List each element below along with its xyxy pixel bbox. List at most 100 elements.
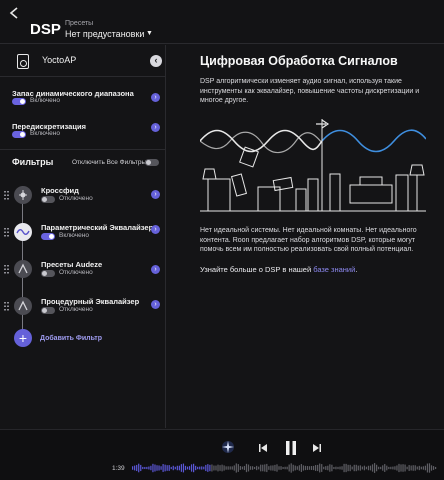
waveform-bar bbox=[235, 463, 237, 473]
waveform-bar bbox=[284, 466, 286, 470]
dsp-sidebar: YoctoAP ‹ Запас динамического диапазона … bbox=[0, 45, 166, 428]
waveform-bar bbox=[215, 465, 217, 471]
knowledge-base-text: Узнайте больше о DSP в нашей базе знаний… bbox=[200, 265, 357, 274]
waveform-bar bbox=[312, 465, 315, 471]
waveform-bar bbox=[410, 465, 412, 471]
drag-handle-icon[interactable] bbox=[4, 302, 9, 312]
waveform-bar bbox=[378, 466, 380, 470]
chevron-right-icon[interactable]: › bbox=[151, 123, 160, 132]
procedural-eq-icon bbox=[14, 297, 32, 315]
waveform-seek-bar[interactable] bbox=[132, 461, 437, 475]
waveform-bar bbox=[138, 463, 140, 473]
waveform-bar bbox=[164, 464, 166, 472]
info-title: Цифровая Обработка Сигналов bbox=[200, 54, 398, 68]
waveform-bar bbox=[247, 464, 250, 472]
chevron-right-icon[interactable]: › bbox=[151, 300, 160, 309]
chevron-down-icon[interactable]: ▼ bbox=[146, 30, 153, 37]
player-bar: 1:39 bbox=[0, 429, 444, 480]
waveform-bar bbox=[170, 466, 172, 470]
waveform-bar bbox=[323, 466, 325, 470]
device-name: YoctoAP bbox=[42, 55, 77, 65]
chevron-right-icon[interactable]: › bbox=[151, 93, 160, 102]
waveform-bar bbox=[160, 466, 162, 470]
waveform-bar bbox=[268, 466, 270, 470]
waveform-bar bbox=[251, 466, 254, 470]
dsp-info-panel: Цифровая Обработка Сигналов DSP алгоритм… bbox=[167, 45, 444, 428]
waveform-bar bbox=[294, 465, 296, 471]
waveform-bar bbox=[424, 465, 427, 471]
waveform-bar bbox=[134, 465, 136, 471]
chevron-right-icon[interactable]: › bbox=[151, 265, 160, 274]
waveform-bar bbox=[249, 466, 252, 470]
speaker-icon bbox=[17, 54, 29, 69]
disable-all-toggle[interactable] bbox=[145, 159, 159, 166]
filter-procedural-eq[interactable]: Процедурный Эквалайзер Отключено › bbox=[0, 292, 166, 326]
waveform-bar bbox=[315, 465, 317, 471]
waveform-bar bbox=[327, 465, 329, 471]
waveform-bar bbox=[351, 466, 353, 470]
waveform-bar bbox=[144, 466, 146, 470]
waveform-bar bbox=[304, 465, 307, 471]
filter-audeze-presets[interactable]: Пресеты Audeze Отключено › bbox=[0, 255, 166, 289]
waveform-bar bbox=[140, 464, 142, 472]
chevron-right-icon[interactable]: › bbox=[151, 225, 160, 234]
waveform-bar bbox=[308, 466, 311, 470]
headroom-toggle[interactable] bbox=[12, 98, 26, 105]
waveform-bar bbox=[174, 466, 176, 470]
add-filter-button[interactable]: + bbox=[14, 329, 32, 347]
waveform-bar bbox=[306, 466, 309, 470]
filter-state: Отключено bbox=[59, 195, 93, 202]
resampling-toggle[interactable] bbox=[12, 131, 26, 138]
filter-crossfeed[interactable]: Кроссфид Отключено › bbox=[0, 181, 166, 215]
waveform-bar bbox=[402, 464, 404, 472]
procedural-eq-toggle[interactable] bbox=[41, 307, 55, 314]
chevron-right-icon[interactable]: › bbox=[151, 190, 160, 199]
setting-state: Включено bbox=[30, 130, 60, 137]
waveform-bar bbox=[190, 464, 193, 472]
waveform-bar bbox=[219, 465, 221, 471]
waveform-bar bbox=[290, 463, 292, 473]
waveform-bar bbox=[412, 465, 414, 471]
next-track-icon[interactable] bbox=[312, 443, 322, 453]
setting-state: Включено bbox=[30, 97, 60, 104]
waveform-bar bbox=[197, 466, 199, 470]
collapse-panel-button[interactable]: ‹ bbox=[150, 55, 162, 67]
info-description: DSP алгоритмически изменяет аудио сигнал… bbox=[200, 78, 420, 104]
waveform-bar bbox=[398, 463, 400, 473]
waveform-bar bbox=[339, 466, 341, 470]
knowledge-base-link[interactable]: базе знаний bbox=[313, 265, 355, 274]
back-arrow-icon[interactable] bbox=[8, 6, 22, 20]
waveform-bar bbox=[278, 466, 280, 470]
drag-handle-icon[interactable] bbox=[4, 265, 9, 275]
waveform-bar bbox=[132, 466, 134, 470]
setting-headroom[interactable]: Запас динамического диапазона Включено › bbox=[12, 89, 162, 115]
info-description-2: Нет идеальной системы. Нет идеальной ком… bbox=[200, 227, 417, 253]
presets-dropdown[interactable]: Нет предустановки bbox=[65, 29, 144, 39]
divider bbox=[0, 149, 166, 150]
waveform-bar bbox=[256, 465, 258, 471]
waveform-bar bbox=[300, 464, 302, 472]
drag-handle-icon[interactable] bbox=[4, 228, 9, 238]
filters-heading: Фильтры bbox=[12, 157, 54, 167]
waveform-bar bbox=[392, 466, 394, 470]
filter-parametric-eq[interactable]: Параметрический Эквалайзер Включено › bbox=[0, 218, 166, 252]
waveform-bar bbox=[386, 465, 388, 471]
previous-track-icon[interactable] bbox=[258, 443, 268, 453]
equalizer-wave-icon bbox=[14, 223, 32, 241]
waveform-bar bbox=[396, 465, 398, 471]
drag-handle-icon[interactable] bbox=[4, 191, 9, 201]
setting-resampling[interactable]: Передискретизация Включено › bbox=[12, 122, 162, 148]
waveform-bar bbox=[380, 466, 382, 470]
dsp-status-icon[interactable] bbox=[220, 439, 236, 455]
header: DSP Пресеты Нет предустановки ▼ bbox=[0, 0, 444, 44]
waveform-bar bbox=[406, 466, 408, 470]
waveform-bar bbox=[369, 465, 372, 471]
crossfeed-toggle[interactable] bbox=[41, 196, 55, 203]
waveform-bar bbox=[260, 464, 262, 472]
pause-icon[interactable] bbox=[284, 440, 298, 456]
waveform-bar bbox=[264, 464, 266, 472]
audeze-toggle[interactable] bbox=[41, 270, 55, 277]
waveform-bar bbox=[430, 465, 433, 471]
parametric-eq-toggle[interactable] bbox=[41, 233, 55, 240]
add-filter-label[interactable]: Добавить Фильтр bbox=[40, 335, 102, 342]
